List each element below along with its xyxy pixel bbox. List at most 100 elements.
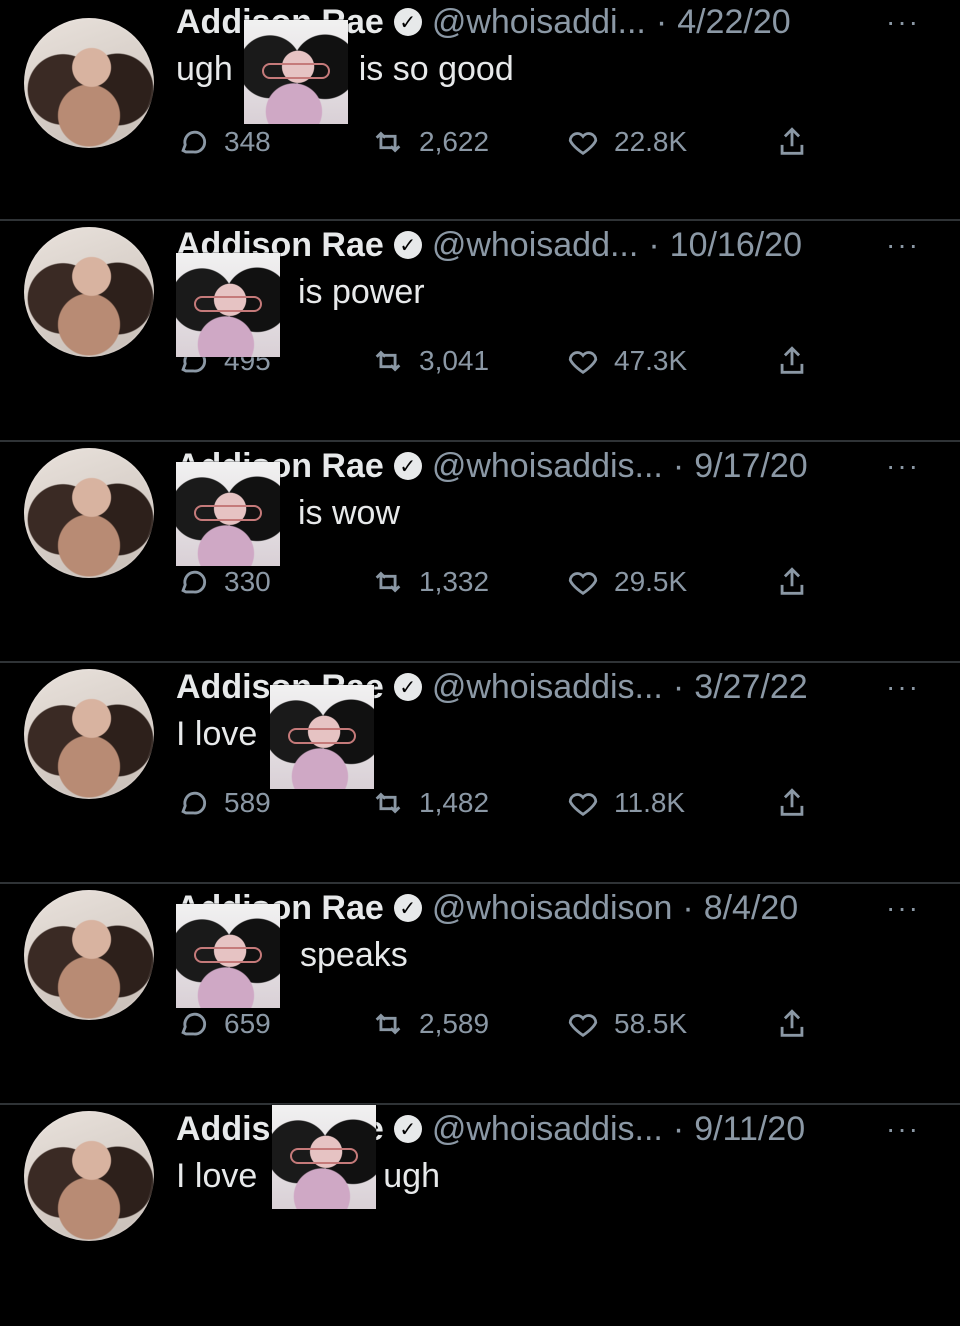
verified-icon: ✓ xyxy=(393,894,422,922)
retweet-icon xyxy=(375,1013,401,1035)
like-button[interactable]: 58.5K xyxy=(566,1007,761,1041)
retweet-count: 3,041 xyxy=(419,345,490,376)
tweet-date[interactable]: 8/4/20 xyxy=(704,889,799,928)
tweet[interactable]: Addison Rae ✓ @whoisaddis... · 9/17/20 ·… xyxy=(0,442,960,663)
tweet-date[interactable]: 9/11/20 xyxy=(694,1110,805,1149)
retweet-icon xyxy=(375,350,401,372)
avatar[interactable] xyxy=(24,227,154,357)
avatar[interactable] xyxy=(24,1111,154,1241)
heart-icon xyxy=(568,1014,598,1038)
share-button[interactable] xyxy=(775,1007,809,1041)
share-button[interactable] xyxy=(775,344,809,378)
tweet[interactable]: Addison Rae ✓ @whoisaddis... · 9/11/20 ·… xyxy=(0,1105,960,1326)
text-after: is so good xyxy=(358,50,514,88)
tweet[interactable]: Addison Rae ✓ @whoisadd... · 10/16/20 ··… xyxy=(0,221,960,442)
like-button[interactable]: 29.5K xyxy=(566,565,761,599)
tweet-actions: 348 2,622 22.8K xyxy=(176,120,840,164)
retweet-button[interactable]: 2,622 xyxy=(371,125,566,159)
retweet-button[interactable]: 1,482 xyxy=(371,786,566,820)
like-count: 58.5K xyxy=(614,1008,688,1039)
tweet[interactable]: Addison Rae ✓ @whoisaddi... · 4/22/20 ··… xyxy=(0,0,960,221)
reply-button[interactable]: 659 xyxy=(176,1007,371,1041)
sticker-image xyxy=(270,685,374,789)
retweet-icon xyxy=(375,792,401,814)
heart-icon xyxy=(568,351,598,375)
heart-icon xyxy=(568,793,598,817)
sticker-image xyxy=(244,20,348,124)
text-after: is wow xyxy=(298,494,401,532)
reply-count: 348 xyxy=(224,126,271,157)
author-handle[interactable]: @whoisadd... xyxy=(432,226,639,265)
text-before: ugh xyxy=(176,50,233,88)
reply-count: 659 xyxy=(224,1008,271,1039)
retweet-count: 1,332 xyxy=(419,566,490,597)
tweet-actions: 330 1,332 29.5K xyxy=(176,560,840,604)
share-button[interactable] xyxy=(775,565,809,599)
retweet-button[interactable]: 3,041 xyxy=(371,344,566,378)
dot-separator: · xyxy=(672,446,685,485)
author-handle[interactable]: @whoisaddis... xyxy=(432,1110,663,1149)
reply-icon xyxy=(181,570,207,594)
tweet-date[interactable]: 9/17/20 xyxy=(694,447,807,486)
retweet-button[interactable]: 2,589 xyxy=(371,1007,566,1041)
retweet-count: 1,482 xyxy=(419,787,490,818)
share-button[interactable] xyxy=(775,786,809,820)
reply-icon xyxy=(181,791,207,815)
heart-icon xyxy=(568,132,598,156)
reply-button[interactable]: 348 xyxy=(176,125,371,159)
reply-count: 330 xyxy=(224,566,271,597)
author-handle[interactable]: @whoisaddi... xyxy=(432,3,646,42)
reply-icon xyxy=(181,130,207,154)
tweet[interactable]: Addison Rae ✓ @whoisaddison · 8/4/20 ···… xyxy=(0,884,960,1105)
verified-icon: ✓ xyxy=(393,452,422,480)
verified-icon: ✓ xyxy=(393,231,422,259)
tweet-actions: 659 2,589 58.5K xyxy=(176,1002,840,1046)
author-handle[interactable]: @whoisaddis... xyxy=(432,447,663,486)
more-icon[interactable]: ··· xyxy=(886,1113,920,1145)
avatar[interactable] xyxy=(24,18,154,148)
text-before: I love xyxy=(176,715,258,753)
tweet[interactable]: Addison Rae ✓ @whoisaddis... · 3/27/22 ·… xyxy=(0,663,960,884)
retweet-button[interactable]: 1,332 xyxy=(371,565,566,599)
avatar[interactable] xyxy=(24,890,154,1020)
avatar[interactable] xyxy=(24,448,154,578)
text-after: ugh xyxy=(383,1157,440,1195)
more-icon[interactable]: ··· xyxy=(886,671,920,703)
like-button[interactable]: 47.3K xyxy=(566,344,761,378)
verified-icon: ✓ xyxy=(393,1115,422,1143)
tweet-date[interactable]: 4/22/20 xyxy=(677,3,790,42)
reply-button[interactable]: 330 xyxy=(176,565,371,599)
author-handle[interactable]: @whoisaddis... xyxy=(432,668,663,707)
tweet-header: Addison Rae ✓ @whoisaddison · 8/4/20 ··· xyxy=(176,886,920,930)
share-icon xyxy=(780,788,804,816)
more-icon[interactable]: ··· xyxy=(886,892,920,924)
reply-count: 589 xyxy=(224,787,271,818)
share-icon xyxy=(780,127,804,155)
share-icon xyxy=(780,1009,804,1037)
more-icon[interactable]: ··· xyxy=(886,229,920,261)
avatar[interactable] xyxy=(24,669,154,799)
like-button[interactable]: 11.8K xyxy=(566,786,761,820)
tweet-date[interactable]: 3/27/22 xyxy=(694,668,807,707)
author-handle[interactable]: @whoisaddison xyxy=(432,889,673,928)
more-icon[interactable]: ··· xyxy=(886,6,920,38)
dot-separator: · xyxy=(672,667,685,706)
text-after: speaks xyxy=(300,936,408,974)
like-button[interactable]: 22.8K xyxy=(566,125,761,159)
tweet-header: Addison Rae ✓ @whoisadd... · 10/16/20 ··… xyxy=(176,223,920,267)
verified-icon: ✓ xyxy=(393,673,422,701)
like-count: 29.5K xyxy=(614,566,688,597)
more-icon[interactable]: ··· xyxy=(886,450,920,482)
retweet-count: 2,622 xyxy=(419,126,490,157)
tweet-feed: Addison Rae ✓ @whoisaddi... · 4/22/20 ··… xyxy=(0,0,960,1241)
verified-icon: ✓ xyxy=(393,8,422,36)
tweet-date[interactable]: 10/16/20 xyxy=(670,226,802,265)
heart-icon xyxy=(568,572,598,596)
share-button[interactable] xyxy=(775,125,809,159)
retweet-icon xyxy=(375,131,401,153)
dot-separator: · xyxy=(655,2,668,41)
retweet-count: 2,589 xyxy=(419,1008,490,1039)
reply-button[interactable]: 589 xyxy=(176,786,371,820)
tweet-header: Addison Rae ✓ @whoisaddis... · 9/17/20 ·… xyxy=(176,444,920,488)
like-count: 11.8K xyxy=(614,787,686,818)
